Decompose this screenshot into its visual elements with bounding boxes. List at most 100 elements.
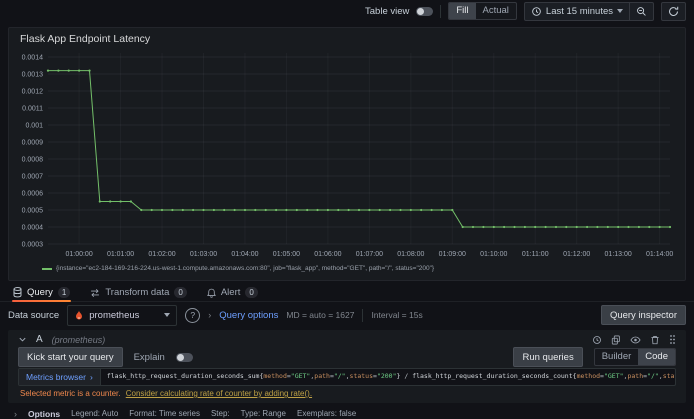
metrics-browser-toggle[interactable]: Metrics browser › <box>19 369 101 385</box>
builder-code-group: Builder Code <box>593 348 676 366</box>
option-step: Step: <box>210 409 230 418</box>
time-range-button[interactable]: Last 15 minutes <box>525 3 629 20</box>
datasource-picker[interactable]: prometheus <box>67 304 178 326</box>
tab-query-label: Query <box>27 287 53 298</box>
svg-text:01:03:00: 01:03:00 <box>190 251 217 258</box>
svg-text:01:08:00: 01:08:00 <box>397 251 424 258</box>
panel-editor-toolbar: Table view Fill Actual Last 15 minutes <box>0 0 694 22</box>
svg-text:0.0008: 0.0008 <box>22 157 44 164</box>
svg-text:01:14:00: 01:14:00 <box>646 251 673 258</box>
svg-text:0.0003: 0.0003 <box>22 242 44 249</box>
svg-text:0.0011: 0.0011 <box>22 106 43 113</box>
code-mode-button[interactable]: Code <box>638 349 675 365</box>
tab-transform-data[interactable]: Transform data 0 <box>89 284 188 301</box>
svg-text:01:02:00: 01:02:00 <box>148 251 175 258</box>
query-row-card: A (prometheus) Kick start your query Exp… <box>8 330 686 403</box>
tab-query-count: 1 <box>57 287 71 298</box>
table-view-toggle[interactable] <box>416 6 434 16</box>
max-data-points-summary: MD = auto = 1627 <box>286 310 355 320</box>
timeseries-panel: Flask App Endpoint Latency 0.0014 0.0013 0… <box>8 27 686 281</box>
query-options-row: › Options Legend: Auto Format: Time seri… <box>14 408 680 419</box>
query-row-header: A (prometheus) <box>14 333 680 346</box>
promql-expression-input[interactable]: flask_http_request_duration_seconds_sum{… <box>101 369 675 385</box>
warning-text: Selected metric is a counter. <box>20 389 121 398</box>
eye-icon[interactable] <box>630 335 641 345</box>
options-label[interactable]: Options <box>28 409 60 419</box>
svg-text:01:11:00: 01:11:00 <box>522 251 549 258</box>
query-options-link[interactable]: Query options <box>219 310 278 321</box>
svg-text:0.0006: 0.0006 <box>22 191 44 198</box>
svg-text:01:12:00: 01:12:00 <box>563 251 590 258</box>
tab-alert[interactable]: Alert 0 <box>206 284 259 301</box>
svg-text:0.0004: 0.0004 <box>22 225 44 232</box>
history-icon[interactable] <box>592 335 602 345</box>
options-chevron-icon: › <box>14 408 17 419</box>
zoom-out-button[interactable] <box>629 2 653 20</box>
drag-handle-icon[interactable] <box>669 334 676 345</box>
series-label: {instance="ec2-184-169-216-224.us-west-1… <box>56 265 435 272</box>
refresh-button[interactable] <box>661 1 686 21</box>
query-editor-controls: Kick start your query Explain Run querie… <box>18 347 676 367</box>
series-color-swatch <box>42 267 52 270</box>
time-picker-group: Last 15 minutes <box>523 1 654 21</box>
chevron-down-icon <box>617 9 623 13</box>
option-exemplars: Exemplars: false <box>297 409 357 418</box>
explain-toggle[interactable] <box>175 352 193 362</box>
chart-legend[interactable]: {instance="ec2-184-169-216-224.us-west-1… <box>16 265 678 272</box>
svg-text:01:13:00: 01:13:00 <box>605 251 632 258</box>
query-toolbar: Data source prometheus ? › Query options… <box>0 303 694 327</box>
fill-actual-group: Fill Actual <box>448 2 517 20</box>
warning-hint-link[interactable]: Consider calculating rate of counter by … <box>126 389 312 398</box>
time-range-label: Last 15 minutes <box>545 5 613 17</box>
bell-icon <box>206 288 216 298</box>
svg-text:01:06:00: 01:06:00 <box>314 251 341 258</box>
metrics-browser-label: Metrics browser <box>26 372 86 382</box>
clock-icon <box>531 6 542 17</box>
datasource-help-icon[interactable]: ? <box>185 307 201 323</box>
query-options-chevron-icon: › <box>208 310 212 320</box>
svg-text:01:00:00: 01:00:00 <box>65 251 92 258</box>
svg-text:0.0009: 0.0009 <box>22 140 44 147</box>
toolbar-divider <box>440 4 442 18</box>
promql-editor: Metrics browser › flask_http_request_dur… <box>18 368 676 386</box>
tab-query[interactable]: Query 1 <box>12 284 72 302</box>
chevron-right-icon: › <box>89 372 93 382</box>
database-icon <box>13 287 22 298</box>
svg-text:01:05:00: 01:05:00 <box>273 251 300 258</box>
counter-warning: Selected metric is a counter. Consider c… <box>20 389 674 398</box>
actual-button[interactable]: Actual <box>476 3 516 19</box>
fill-button[interactable]: Fill <box>449 3 476 19</box>
kick-start-query-button[interactable]: Kick start your query <box>18 347 123 367</box>
panel-title: Flask App Endpoint Latency <box>20 33 151 45</box>
table-view-label: Table view <box>365 5 410 17</box>
query-inspector-button[interactable]: Query inspector <box>600 305 686 325</box>
explain-label: Explain <box>133 351 165 363</box>
option-format: Format: Time series <box>129 409 200 418</box>
svg-text:0.0013: 0.0013 <box>22 72 44 79</box>
query-datasource-hint: (prometheus) <box>51 334 106 345</box>
builder-mode-button[interactable]: Builder <box>595 349 639 365</box>
svg-text:0.001: 0.001 <box>25 123 43 130</box>
datasource-label: Data source <box>8 309 60 321</box>
svg-text:01:09:00: 01:09:00 <box>439 251 466 258</box>
option-legend: Legend: Auto <box>71 409 119 418</box>
chevron-down-icon <box>164 313 171 317</box>
zoom-out-icon <box>636 6 647 17</box>
tab-alert-count: 0 <box>245 287 258 298</box>
svg-text:01:07:00: 01:07:00 <box>356 251 383 258</box>
run-queries-button[interactable]: Run queries <box>513 347 583 367</box>
duplicate-icon[interactable] <box>611 335 621 345</box>
svg-text:01:04:00: 01:04:00 <box>231 251 258 258</box>
trash-icon[interactable] <box>650 335 660 345</box>
datasource-value: prometheus <box>89 309 140 321</box>
query-ref-id[interactable]: A <box>36 334 43 345</box>
latency-chart[interactable]: 0.0014 0.0013 0.0012 0.0011 0.001 0.0009 0.000… <box>16 48 676 264</box>
summary-divider <box>362 308 364 322</box>
collapse-chevron-icon[interactable] <box>18 335 27 344</box>
interval-summary: Interval = 15s <box>371 310 423 320</box>
editor-tabs: Query 1 Transform data 0 Alert 0 <box>0 284 694 302</box>
svg-text:0.0012: 0.0012 <box>22 89 44 96</box>
svg-text:01:01:00: 01:01:00 <box>107 251 134 258</box>
refresh-icon <box>668 6 679 17</box>
tab-alert-label: Alert <box>220 287 241 298</box>
